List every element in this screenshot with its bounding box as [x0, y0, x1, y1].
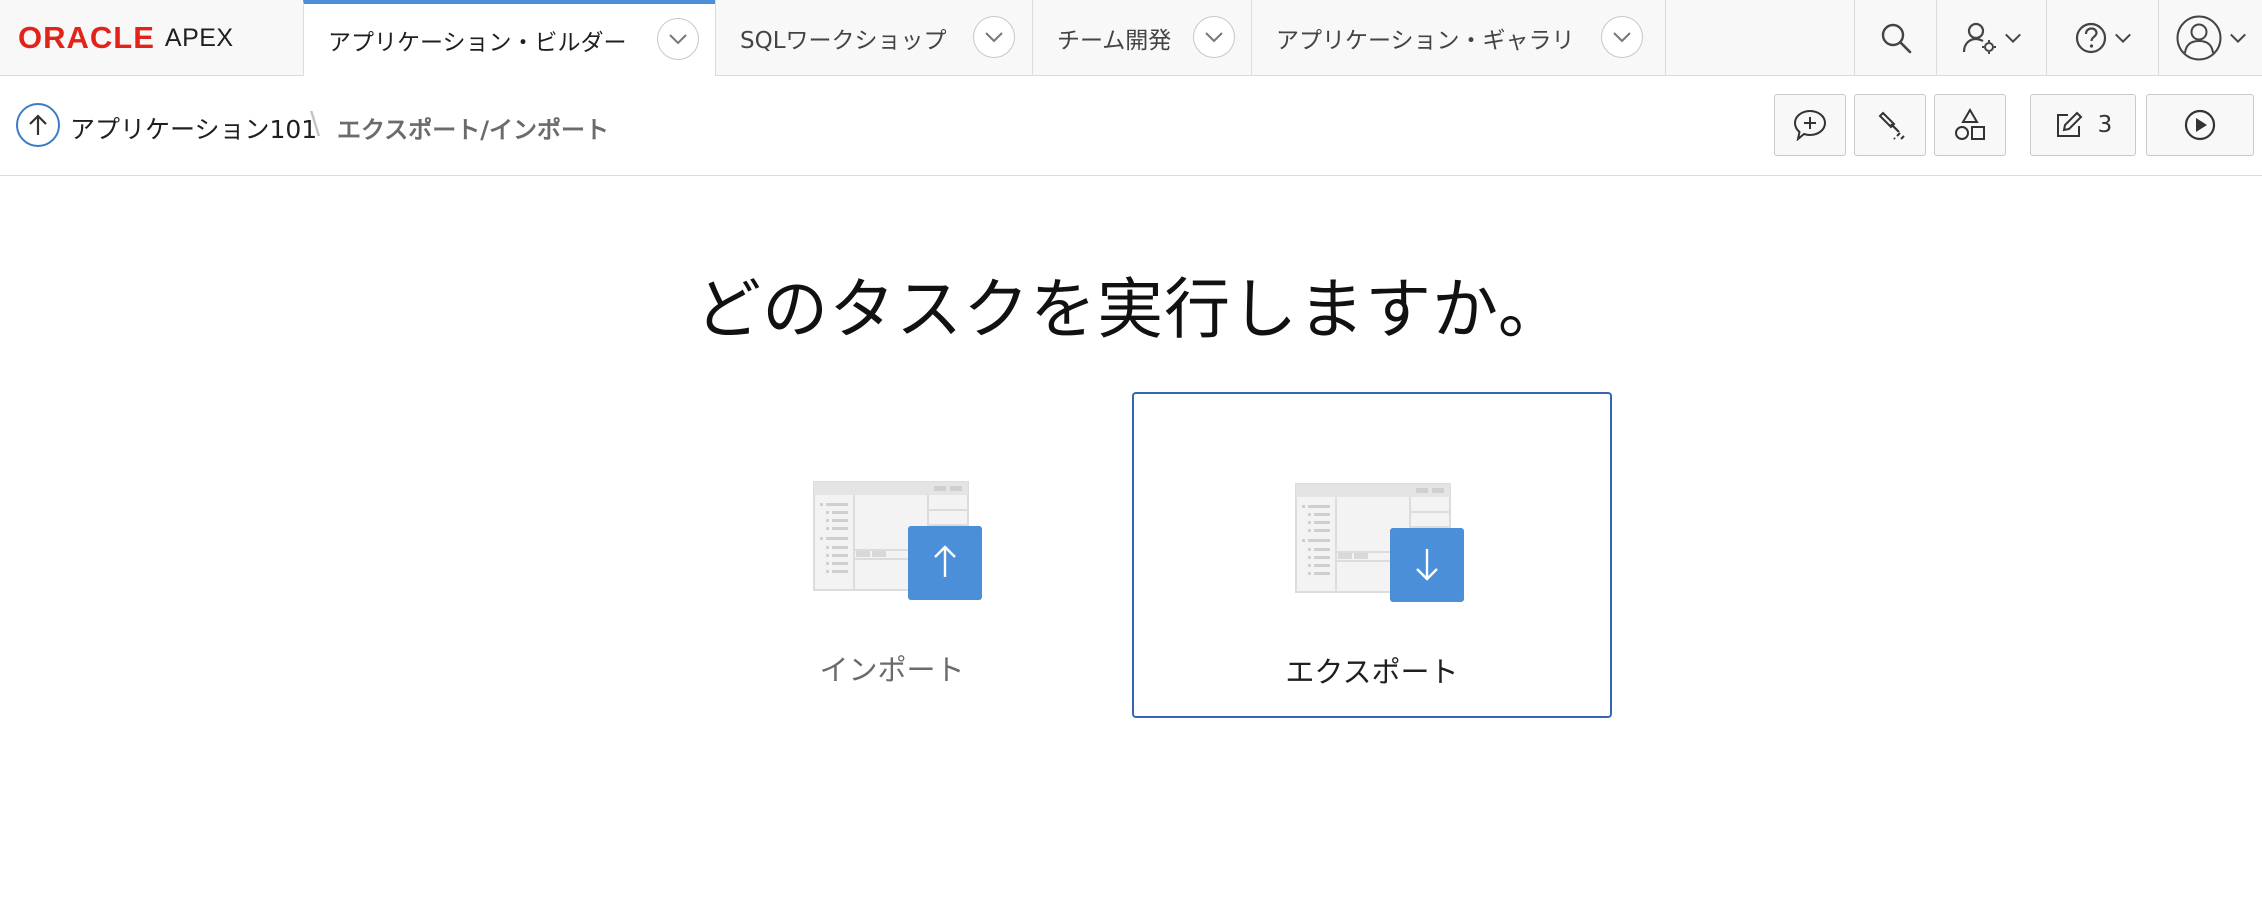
developer-tools-icon: [1878, 111, 1905, 140]
import-option-label: インポート: [819, 653, 965, 687]
feedback-button[interactable]: [1774, 94, 1846, 156]
page-heading: どのタスクを実行しますか。: [0, 256, 2262, 352]
page-heading-text: どのタスクを実行しますか。: [695, 271, 1565, 348]
page-toolbar: アプリケーション101 \ エクスポート/インポート 3: [0, 76, 2262, 176]
administration-menu-button[interactable]: [1936, 0, 2046, 76]
breadcrumb-application-link[interactable]: アプリケーション101: [70, 110, 317, 146]
tab-app-gallery[interactable]: アプリケーション・ギャラリ: [1251, 0, 1666, 76]
app-builder-menu-button[interactable]: [657, 18, 699, 60]
apex-wordmark: APEX: [164, 23, 234, 52]
chevron-down-icon: [2114, 33, 2131, 44]
tab-app-gallery-label: アプリケーション・ギャラリ: [1276, 28, 1575, 54]
chevron-down-icon: [985, 32, 1003, 43]
export-illustration: [1295, 483, 1464, 602]
run-icon: [2184, 109, 2216, 141]
administration-icon: [1962, 22, 1996, 54]
sql-workshop-menu-button[interactable]: [973, 16, 1015, 58]
team-development-menu-button[interactable]: [1193, 16, 1235, 58]
search-button[interactable]: [1854, 0, 1936, 76]
top-navigation-bar: ORACLE APEX アプリケーション・ビルダー SQLワークショップ チーム…: [0, 0, 2262, 76]
chevron-down-icon: [1205, 32, 1223, 43]
chevron-down-icon: [1613, 32, 1631, 43]
tab-app-builder-label: アプリケーション・ビルダー: [328, 30, 627, 56]
oracle-wordmark: ORACLE: [18, 20, 155, 55]
run-page-button[interactable]: [2146, 94, 2254, 156]
help-icon: [2075, 22, 2106, 54]
search-icon: [1881, 23, 1911, 54]
breadcrumb-separator: \: [310, 106, 321, 141]
edit-page-button[interactable]: 3: [2030, 94, 2136, 156]
export-option-card[interactable]: エクスポート: [1132, 392, 1612, 718]
tab-sql-workshop[interactable]: SQLワークショップ: [715, 0, 1032, 76]
tab-team-development-label: チーム開発: [1057, 28, 1172, 54]
chevron-down-icon: [669, 34, 687, 45]
chevron-down-icon: [2229, 33, 2246, 44]
user-icon: [2176, 15, 2221, 61]
shared-components-button[interactable]: [1934, 94, 2006, 156]
chevron-down-icon: [2004, 33, 2021, 44]
shared-components-icon: [1955, 108, 1985, 140]
parent-page-button[interactable]: [16, 103, 60, 147]
edit-page-number: 3: [2097, 112, 2113, 138]
import-illustration: [813, 481, 982, 600]
feedback-icon: [1793, 109, 1827, 141]
import-option-card[interactable]: インポート: [652, 392, 1132, 718]
user-menu-button[interactable]: [2158, 0, 2262, 76]
breadcrumb-current-page: エクスポート/インポート: [337, 116, 610, 144]
edit-page-icon: [2056, 111, 2083, 137]
tab-sql-workshop-label: SQLワークショップ: [740, 28, 947, 54]
oracle-apex-logo[interactable]: ORACLE APEX: [18, 20, 234, 55]
arrow-up-icon: [29, 114, 47, 135]
help-menu-button[interactable]: [2046, 0, 2158, 76]
tab-team-development[interactable]: チーム開発: [1032, 0, 1251, 76]
export-option-label: エクスポート: [1285, 655, 1459, 689]
app-gallery-menu-button[interactable]: [1601, 16, 1643, 58]
tab-app-builder[interactable]: アプリケーション・ビルダー: [303, 0, 715, 76]
developer-tools-button[interactable]: [1854, 94, 1926, 156]
